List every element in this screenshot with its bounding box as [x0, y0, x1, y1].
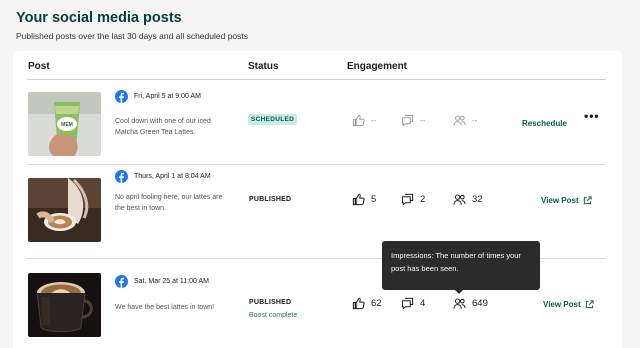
page-subtitle: Published posts over the last 30 days an… [16, 31, 249, 41]
boost-status: Boost complete [249, 312, 298, 319]
comments-count: -- [420, 116, 426, 125]
more-options-button[interactable]: ••• [584, 110, 600, 122]
reschedule-link[interactable]: Reschedule [522, 119, 567, 128]
impressions-count: -- [472, 116, 478, 125]
post-date: Fri, April 5 at 9:00 AM [134, 93, 201, 100]
tooltip-arrow [454, 289, 464, 294]
post-text: We have the best lattes in town! [115, 304, 215, 311]
reschedule-label: Reschedule [522, 119, 567, 128]
likes-metric: -- [352, 114, 376, 127]
comments-metric: -- [401, 114, 425, 127]
impressions-metric: 32 [453, 193, 483, 206]
comments-icon [401, 114, 414, 127]
view-post-label: View Post [541, 196, 579, 205]
external-link-icon [583, 196, 592, 205]
comments-icon [401, 297, 414, 310]
external-link-icon [585, 300, 594, 309]
column-header-engagement: Engagement [347, 61, 408, 72]
comments-metric: 2 [401, 193, 425, 206]
impressions-metric[interactable]: 649 [453, 297, 488, 310]
post-text: No april fooling here, our lattes are th… [115, 194, 223, 212]
likes-metric: 5 [352, 193, 376, 206]
likes-metric: 62 [352, 297, 382, 310]
posts-card: Post Status Engagement MEM Fri, April 5 … [13, 51, 622, 348]
comments-count: 2 [420, 194, 426, 205]
post-thumbnail: MEM [28, 92, 101, 156]
people-icon [453, 115, 466, 126]
svg-text:MEM: MEM [61, 122, 73, 128]
post-row: MEM Fri, April 5 at 9:00 AM Cool down wi… [13, 85, 622, 165]
post-date: Thurs, April 1 at 8:04 AM [134, 173, 211, 180]
header-divider [27, 79, 606, 80]
likes-count: -- [371, 116, 377, 125]
view-post-link[interactable]: View Post [543, 300, 594, 309]
thumbs-up-icon [352, 297, 365, 310]
likes-count: 62 [371, 298, 382, 309]
people-icon [453, 194, 466, 205]
thumbs-up-icon [352, 193, 365, 206]
view-post-link[interactable]: View Post [541, 196, 592, 205]
column-header-post: Post [28, 61, 50, 72]
facebook-icon [115, 170, 128, 183]
comments-icon [401, 193, 414, 206]
post-thumbnail [28, 178, 101, 242]
facebook-icon [115, 275, 128, 288]
status-label: PUBLISHED [249, 299, 292, 306]
comments-metric: 4 [401, 297, 425, 310]
view-post-label: View Post [543, 300, 581, 309]
column-header-status: Status [248, 61, 279, 72]
people-icon [453, 298, 466, 309]
impressions-count: 32 [472, 194, 483, 205]
status-badge: SCHEDULED [248, 114, 298, 125]
post-date: Sat, Mar 25 at 11:00 AM [134, 278, 209, 285]
status-label: PUBLISHED [249, 196, 292, 203]
comments-count: 4 [420, 298, 426, 309]
post-thumbnail [28, 273, 101, 337]
page-title: Your social media posts [16, 10, 182, 26]
facebook-icon [115, 90, 128, 103]
post-text: Cool down with one of our iced Matcha Gr… [115, 118, 211, 136]
likes-count: 5 [371, 194, 377, 205]
impressions-metric: -- [453, 114, 477, 127]
impressions-count: 649 [472, 298, 488, 309]
thumbs-up-icon [352, 114, 365, 127]
impressions-tooltip: Impressions: The number of times your po… [382, 241, 540, 290]
